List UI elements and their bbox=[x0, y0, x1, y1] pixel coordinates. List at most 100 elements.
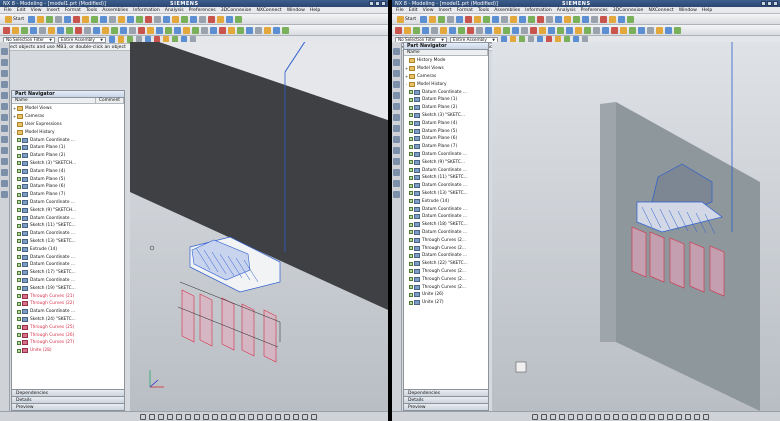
checkbox-icon[interactable] bbox=[17, 216, 21, 221]
close-icon[interactable] bbox=[773, 1, 778, 6]
feature-icon[interactable] bbox=[629, 26, 636, 34]
toolbar-icon[interactable] bbox=[163, 15, 171, 23]
navigator-row[interactable]: Datum Plane (6) bbox=[404, 135, 488, 143]
navigator-row[interactable]: Datum Coordinate ... bbox=[12, 277, 124, 285]
toolbar-icon[interactable] bbox=[429, 15, 437, 23]
resource-bar-icon[interactable] bbox=[393, 70, 400, 77]
navigator-row[interactable]: Datum Coordinate ... bbox=[12, 261, 124, 269]
resource-bar-icon[interactable] bbox=[1, 81, 8, 88]
navigator-section-dependencies[interactable]: Dependencies bbox=[404, 389, 488, 396]
feature-icon[interactable] bbox=[593, 26, 600, 34]
resource-bar-icon[interactable] bbox=[1, 125, 8, 132]
resource-bar-icon[interactable] bbox=[393, 92, 400, 99]
menu-tools[interactable]: Tools bbox=[478, 8, 489, 13]
toolbar-icon[interactable] bbox=[28, 15, 36, 23]
resource-bar-icon[interactable] bbox=[393, 147, 400, 154]
navigator-section-details[interactable]: Details bbox=[404, 396, 488, 403]
navigator-row[interactable]: Unite (28) bbox=[12, 347, 124, 355]
navigator-row[interactable]: Sketch (18) "SKETC... bbox=[404, 221, 488, 229]
checkbox-icon[interactable] bbox=[409, 144, 413, 149]
navigator-row[interactable]: Through Curves (2... bbox=[404, 275, 488, 283]
navigator-row[interactable]: Sketch (17) "SKETC... bbox=[12, 269, 124, 277]
checkbox-icon[interactable] bbox=[409, 230, 413, 235]
feature-icon[interactable] bbox=[503, 26, 510, 34]
navigator-row[interactable]: + Cameras bbox=[404, 73, 488, 81]
navigator-row[interactable]: Sketch (24) "SKETC... bbox=[12, 316, 124, 324]
toolbar-icon[interactable] bbox=[55, 15, 63, 23]
navigator-row[interactable]: Sketch (13) "SKETC... bbox=[12, 238, 124, 246]
checkbox-icon[interactable] bbox=[17, 333, 21, 337]
menu-format[interactable]: Format bbox=[65, 8, 81, 13]
checkbox-icon[interactable] bbox=[17, 138, 21, 143]
navigator-row[interactable]: Sketch (9) "SKETCH... bbox=[12, 206, 124, 214]
feature-icon[interactable] bbox=[282, 26, 289, 34]
navigator-row[interactable]: Datum Plane (5) bbox=[12, 175, 124, 183]
toolbar-icon[interactable] bbox=[109, 15, 117, 23]
resource-bar-icon[interactable] bbox=[393, 136, 400, 143]
feature-icon[interactable] bbox=[147, 26, 154, 34]
feature-icon[interactable] bbox=[120, 26, 127, 34]
navigator-row[interactable]: Datum Plane (2) bbox=[404, 104, 488, 112]
checkbox-icon[interactable] bbox=[17, 169, 21, 174]
feature-icon[interactable] bbox=[449, 26, 456, 34]
toolbar-icon[interactable] bbox=[154, 15, 162, 23]
navigator-row[interactable]: History Mode bbox=[404, 57, 488, 65]
feature-icon[interactable] bbox=[611, 26, 618, 34]
navigator-row[interactable]: - Model History bbox=[12, 128, 124, 136]
toolbar-icon[interactable] bbox=[609, 15, 617, 23]
feature-icon[interactable] bbox=[3, 26, 10, 34]
feature-icon[interactable] bbox=[440, 26, 447, 34]
resource-bar-icon[interactable] bbox=[1, 136, 8, 143]
feature-icon[interactable] bbox=[111, 26, 118, 34]
checkbox-icon[interactable] bbox=[17, 255, 21, 260]
menu-insert[interactable]: Insert bbox=[47, 8, 60, 13]
feature-icon[interactable] bbox=[656, 26, 663, 34]
navigator-row[interactable]: Sketch (13) "SKETC... bbox=[404, 190, 488, 198]
view-tool-icon[interactable] bbox=[586, 413, 592, 420]
navigator-row[interactable]: Datum Coordinate ... bbox=[404, 88, 488, 96]
resource-bar-icon[interactable] bbox=[393, 180, 400, 187]
feature-icon[interactable] bbox=[30, 26, 37, 34]
navigator-row[interactable]: Datum Plane (7) bbox=[404, 143, 488, 151]
feature-icon[interactable] bbox=[219, 26, 226, 34]
navigator-row[interactable]: Datum Coordinate ... bbox=[404, 166, 488, 174]
maximize-icon[interactable] bbox=[375, 1, 380, 6]
navigator-row[interactable]: Datum Coordinate ... bbox=[404, 252, 488, 260]
view-tool-icon[interactable] bbox=[230, 413, 236, 420]
menu-nxconnect[interactable]: NXConnect bbox=[256, 8, 281, 13]
navigator-row[interactable]: Datum Plane (6) bbox=[12, 183, 124, 191]
toolbar-icon[interactable] bbox=[519, 15, 527, 23]
resource-bar-icon[interactable] bbox=[393, 169, 400, 176]
resource-bar-icon[interactable] bbox=[1, 114, 8, 121]
navigator-row[interactable]: Through Curves (21) bbox=[12, 292, 124, 300]
menu-window[interactable]: Window bbox=[679, 8, 697, 13]
toolbar-icon[interactable] bbox=[474, 15, 482, 23]
feature-icon[interactable] bbox=[575, 26, 582, 34]
start-button[interactable]: Start bbox=[3, 15, 26, 23]
view-tool-icon[interactable] bbox=[140, 413, 146, 420]
feature-icon[interactable] bbox=[494, 26, 501, 34]
navigator-row[interactable]: Datum Plane (7) bbox=[12, 191, 124, 199]
maximize-icon[interactable] bbox=[767, 1, 772, 6]
toolbar-icon[interactable] bbox=[537, 15, 545, 23]
checkbox-icon[interactable] bbox=[409, 160, 413, 165]
checkbox-icon[interactable] bbox=[409, 207, 413, 212]
navigator-row[interactable]: Datum Coordinate ... bbox=[404, 229, 488, 237]
toolbar-icon[interactable] bbox=[492, 15, 500, 23]
resource-bar-icon[interactable] bbox=[1, 92, 8, 99]
checkbox-icon[interactable] bbox=[17, 208, 21, 213]
toolbar-icon[interactable] bbox=[181, 15, 189, 23]
view-tool-icon[interactable] bbox=[604, 413, 610, 420]
resource-bar-icon[interactable] bbox=[1, 103, 8, 110]
navigator-row[interactable]: Datum Coordinate ... bbox=[12, 214, 124, 222]
navigator-row[interactable]: Extrude (14) bbox=[404, 197, 488, 205]
view-tool-icon[interactable] bbox=[613, 413, 619, 420]
feature-icon[interactable] bbox=[174, 26, 181, 34]
toolbar-icon[interactable] bbox=[235, 15, 243, 23]
feature-icon[interactable] bbox=[228, 26, 235, 34]
feature-icon[interactable] bbox=[602, 26, 609, 34]
column-header-comment[interactable]: Comment bbox=[96, 98, 124, 103]
toolbar-icon[interactable] bbox=[573, 15, 581, 23]
toolbar-icon[interactable] bbox=[190, 15, 198, 23]
view-tool-icon[interactable] bbox=[302, 413, 308, 420]
